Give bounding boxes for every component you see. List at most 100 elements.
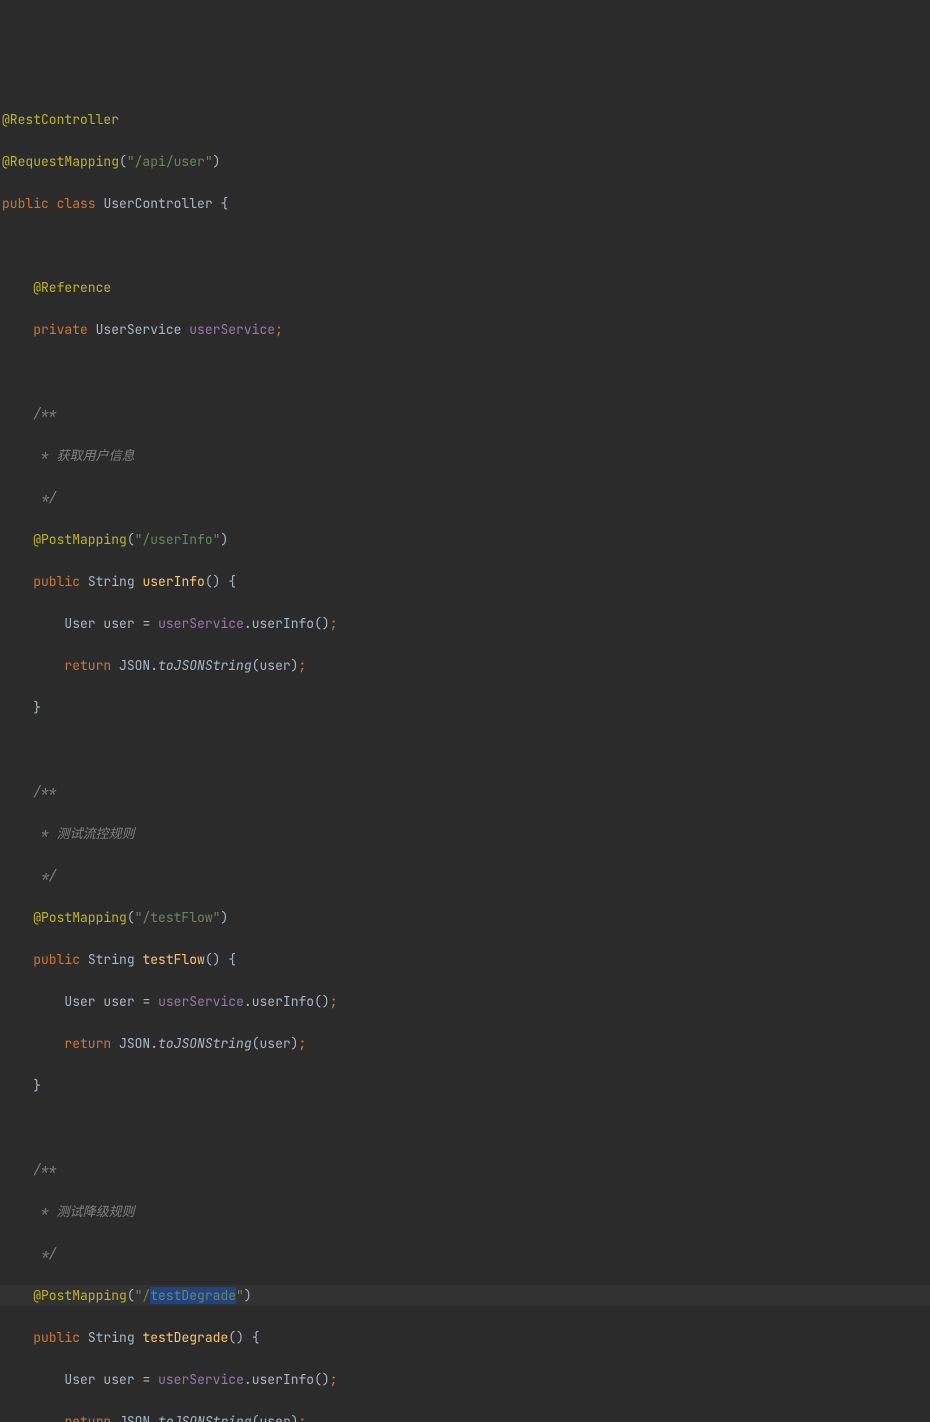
- paren: (): [205, 573, 221, 590]
- code-line[interactable]: @RestController: [0, 109, 930, 130]
- paren: (: [127, 1287, 135, 1304]
- code-line[interactable]: [0, 361, 930, 382]
- brace: {: [228, 951, 236, 968]
- code-line[interactable]: @Reference: [0, 277, 930, 298]
- method-name: testFlow: [142, 951, 204, 968]
- code-line[interactable]: User user = userService.userInfo();: [0, 613, 930, 634]
- static-method: toJSONString: [158, 1413, 252, 1422]
- annotation: @PostMapping: [33, 1287, 127, 1304]
- comment: */: [33, 489, 56, 506]
- annotation: @Reference: [33, 279, 111, 296]
- code-line[interactable]: * 测试降级规则: [0, 1201, 930, 1222]
- string-suffix: ": [236, 1287, 244, 1304]
- code-line[interactable]: @RequestMapping("/api/user"): [0, 151, 930, 172]
- argument: user: [259, 657, 290, 674]
- method-call: userInfo: [252, 1371, 314, 1388]
- code-line[interactable]: */: [0, 865, 930, 886]
- semicolon: ;: [298, 1035, 306, 1052]
- operator: =: [142, 993, 150, 1010]
- static-method: toJSONString: [158, 1035, 252, 1052]
- comment: * 获取用户信息: [33, 447, 134, 464]
- code-line[interactable]: /**: [0, 1159, 930, 1180]
- variable: user: [103, 993, 134, 1010]
- dot: .: [150, 1035, 158, 1052]
- code-line[interactable]: public String testFlow() {: [0, 949, 930, 970]
- code-line[interactable]: private UserService userService;: [0, 319, 930, 340]
- code-line[interactable]: * 获取用户信息: [0, 445, 930, 466]
- brace: }: [33, 1077, 41, 1094]
- argument: user: [259, 1413, 290, 1422]
- field-ref: userService: [158, 1371, 244, 1388]
- keyword: return: [64, 1413, 111, 1422]
- code-line-current[interactable]: @PostMapping("/testDegrade"): [0, 1285, 930, 1306]
- code-line[interactable]: @PostMapping("/testFlow"): [0, 907, 930, 928]
- method-call: userInfo: [252, 993, 314, 1010]
- type: String: [88, 1329, 135, 1346]
- keyword: class: [57, 195, 96, 212]
- semicolon: ;: [330, 1371, 338, 1388]
- annotation: @RestController: [2, 111, 119, 128]
- code-line[interactable]: User user = userService.userInfo();: [0, 1369, 930, 1390]
- semicolon: ;: [298, 657, 306, 674]
- code-line[interactable]: * 测试流控规则: [0, 823, 930, 844]
- string-literal: "/api/user": [127, 153, 213, 170]
- brace: {: [220, 195, 228, 212]
- method-name: userInfo: [142, 573, 204, 590]
- semicolon: ;: [330, 615, 338, 632]
- annotation: @PostMapping: [33, 531, 127, 548]
- type: UserService: [96, 321, 182, 338]
- code-line[interactable]: }: [0, 1075, 930, 1096]
- paren: (: [252, 1413, 260, 1422]
- code-line[interactable]: [0, 235, 930, 256]
- code-line[interactable]: */: [0, 487, 930, 508]
- code-line[interactable]: public String testDegrade() {: [0, 1327, 930, 1348]
- code-line[interactable]: */: [0, 1243, 930, 1264]
- code-line[interactable]: @PostMapping("/userInfo"): [0, 529, 930, 550]
- class-name: UserController: [103, 195, 212, 212]
- class-ref: JSON: [119, 1413, 150, 1422]
- argument: user: [259, 1035, 290, 1052]
- code-editor[interactable]: @RestController @RequestMapping("/api/us…: [0, 84, 930, 1422]
- class-ref: JSON: [119, 657, 150, 674]
- code-line[interactable]: [0, 1117, 930, 1138]
- type: User: [64, 1371, 95, 1388]
- string-prefix: "/: [135, 1287, 151, 1304]
- code-line[interactable]: User user = userService.userInfo();: [0, 991, 930, 1012]
- comment: */: [33, 867, 56, 884]
- paren: (: [252, 1035, 260, 1052]
- code-line[interactable]: [0, 739, 930, 760]
- string-literal: "/testFlow": [135, 909, 221, 926]
- dot: .: [244, 1371, 252, 1388]
- code-line[interactable]: /**: [0, 403, 930, 424]
- code-line[interactable]: public String userInfo() {: [0, 571, 930, 592]
- paren: ): [220, 909, 228, 926]
- comment: /**: [33, 1161, 56, 1178]
- semicolon: ;: [275, 321, 283, 338]
- method-name: testDegrade: [142, 1329, 228, 1346]
- paren: ): [213, 153, 221, 170]
- paren: ): [220, 531, 228, 548]
- code-line[interactable]: /**: [0, 781, 930, 802]
- paren: (): [314, 1371, 330, 1388]
- code-line[interactable]: return JSON.toJSONString(user);: [0, 655, 930, 676]
- code-line[interactable]: }: [0, 697, 930, 718]
- code-line[interactable]: return JSON.toJSONString(user);: [0, 1411, 930, 1422]
- type: String: [88, 573, 135, 590]
- dot: .: [150, 657, 158, 674]
- type: User: [64, 615, 95, 632]
- brace: {: [228, 573, 236, 590]
- code-line[interactable]: return JSON.toJSONString(user);: [0, 1033, 930, 1054]
- type: User: [64, 993, 95, 1010]
- variable: user: [103, 1371, 134, 1388]
- keyword: public: [33, 951, 80, 968]
- semicolon: ;: [298, 1413, 306, 1422]
- field-name: userService: [189, 321, 275, 338]
- brace: {: [252, 1329, 260, 1346]
- dot: .: [244, 615, 252, 632]
- paren: ): [291, 1035, 299, 1052]
- paren: ): [244, 1287, 252, 1304]
- code-line[interactable]: public class UserController {: [0, 193, 930, 214]
- dot: .: [150, 1413, 158, 1422]
- comment: */: [33, 1245, 56, 1262]
- variable: user: [103, 615, 134, 632]
